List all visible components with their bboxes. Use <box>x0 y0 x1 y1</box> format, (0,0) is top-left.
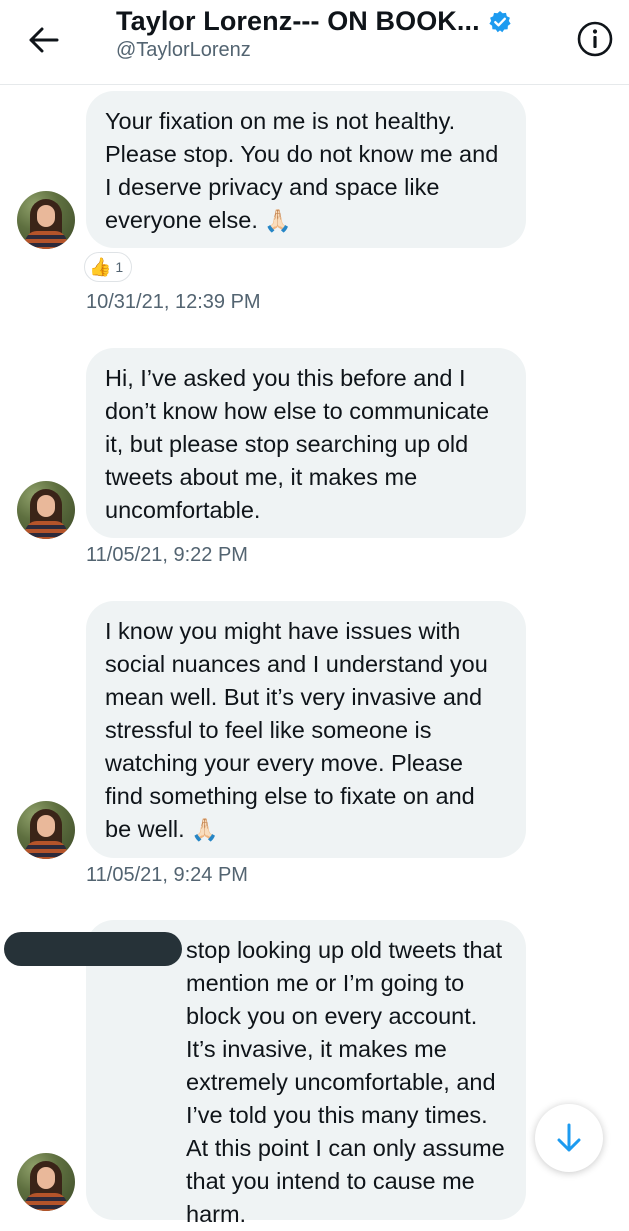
scroll-to-bottom-button[interactable] <box>535 1104 603 1172</box>
avatar[interactable] <box>17 191 75 249</box>
back-button[interactable] <box>22 20 66 60</box>
message-timestamp: 11/05/21, 9:22 PM <box>86 544 248 566</box>
info-button[interactable] <box>576 20 614 58</box>
folded-hands-emoji: 🙏🏻 <box>191 817 219 842</box>
message-bubble[interactable]: Hi, I’ve asked you this before and I don… <box>86 348 526 538</box>
redaction-bar <box>4 932 182 966</box>
avatar[interactable] <box>17 1153 75 1211</box>
reaction-badge[interactable]: 👍 1 <box>84 252 133 282</box>
conversation-handle: @TaylorLorenz <box>116 39 251 61</box>
verified-badge-icon <box>488 10 512 34</box>
reaction-count: 1 <box>115 259 124 275</box>
conversation-title: Taylor Lorenz--- ON BOOK... <box>116 6 480 36</box>
thumbs-up-icon: 👍 <box>89 257 112 277</box>
arrow-left-icon <box>29 27 59 53</box>
avatar[interactable] <box>17 801 75 859</box>
conversation-header: Taylor Lorenz--- ON BOOK... @TaylorLoren… <box>0 0 629 85</box>
conversation-title-block[interactable]: Taylor Lorenz--- ON BOOK... @TaylorLoren… <box>116 6 512 62</box>
message-timestamp: 10/31/21, 12:39 PM <box>86 291 261 313</box>
folded-hands-emoji: 🙏🏻 <box>264 208 292 233</box>
message-text: I know you might have issues with social… <box>105 618 488 842</box>
message-text: Your fixation on me is not healthy. Plea… <box>105 108 499 233</box>
message-text: Hi, I’ve asked you this before and I don… <box>105 365 490 523</box>
arrow-down-icon <box>557 1123 581 1152</box>
message-text: stop looking up old tweets that mention … <box>186 937 505 1227</box>
message-bubble[interactable]: Your fixation on me is not healthy. Plea… <box>86 91 526 248</box>
message-timestamp: 11/05/21, 9:24 PM <box>86 864 248 886</box>
info-icon <box>577 21 613 57</box>
message-bubble[interactable]: I know you might have issues with social… <box>86 601 526 858</box>
avatar[interactable] <box>17 481 75 539</box>
